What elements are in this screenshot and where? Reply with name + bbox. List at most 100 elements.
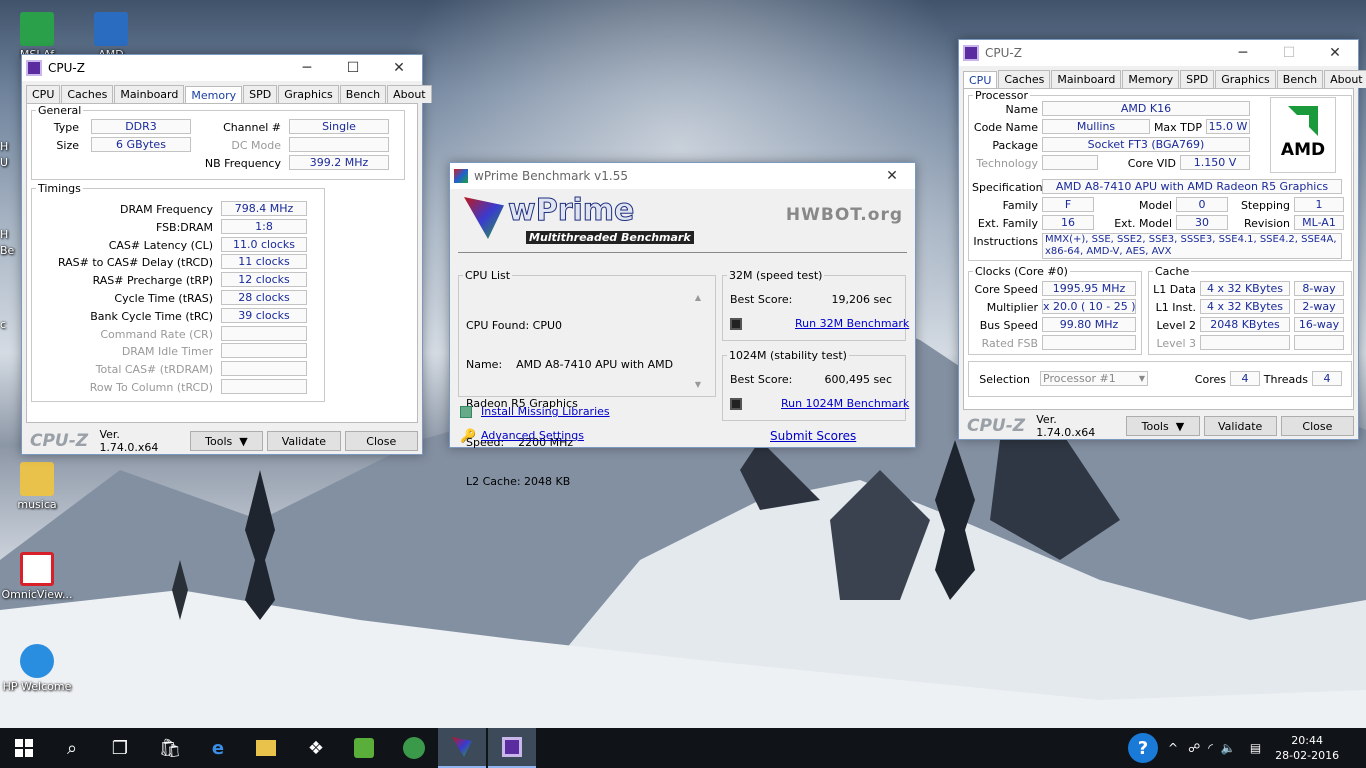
wprime-window[interactable]: wPrime Benchmark v1.55 ✕ wPrime Multithr… (449, 162, 916, 488)
desktop-icon-musica[interactable]: musica (0, 462, 74, 511)
tab-spd[interactable]: SPD (243, 85, 278, 103)
wifi-icon[interactable]: ◜ (1208, 741, 1213, 755)
cpu-info-text: CPU Found: CPU0 Name: AMD A8-7410 APU wi… (466, 319, 674, 488)
cpuz-cpu-window[interactable]: CPU-Z ─ ☐ ✕ CPU Caches Mainboard Memory … (958, 39, 1366, 440)
help-icon[interactable]: ? (1128, 733, 1158, 763)
run-32m-link[interactable]: Run 32M Benchmark (795, 317, 909, 330)
dropbox-icon: ❖ (307, 737, 325, 759)
tab-caches[interactable]: Caches (998, 70, 1051, 88)
tab-about[interactable]: About (1324, 70, 1366, 88)
start-button[interactable] (0, 728, 48, 768)
tab-graphics[interactable]: Graphics (1215, 70, 1276, 88)
model-value: 0 (1176, 197, 1228, 212)
bus-speed-value: 99.80 MHz (1042, 317, 1136, 332)
close-icon[interactable]: ✕ (1312, 45, 1358, 61)
revision-label: Revision (1244, 217, 1290, 230)
tools-button[interactable]: Tools ▼ (1126, 416, 1200, 436)
max-tdp-value: 15.0 W (1206, 119, 1250, 134)
volume-icon[interactable]: 🔈 (1221, 741, 1236, 755)
size-value: 6 GBytes (91, 137, 191, 152)
code-name-label: Code Name (973, 121, 1038, 134)
submit-scores-link[interactable]: Submit Scores (770, 429, 856, 443)
wprime-logo-icon (464, 197, 504, 239)
tab-cpu[interactable]: CPU (26, 85, 61, 103)
install-icon (460, 406, 472, 418)
taskbar-dropbox[interactable]: ❖ (292, 728, 340, 768)
core-speed-label: Core Speed (974, 283, 1038, 296)
cores-label: Cores (1194, 373, 1226, 386)
title-bar[interactable]: wPrime Benchmark v1.55 ✕ (450, 163, 915, 189)
tab-mainboard[interactable]: Mainboard (114, 85, 185, 103)
install-libraries-link[interactable]: Install Missing Libraries (481, 405, 610, 418)
scroll-up-icon[interactable]: ▲ (692, 293, 704, 302)
windows-logo-icon (15, 739, 33, 757)
close-button[interactable]: Close (1280, 416, 1354, 436)
validate-button[interactable]: Validate (1203, 416, 1277, 436)
amd-icon (94, 12, 128, 46)
processor-select[interactable]: Processor #1 ▼ (1040, 371, 1148, 386)
network-icon[interactable]: ☍ (1188, 741, 1200, 755)
desktop-icon-omnicview[interactable]: OmnicView... (0, 552, 74, 601)
threads-label: Threads (1263, 373, 1308, 386)
clock[interactable]: 20:44 28-02-2016 (1275, 733, 1339, 763)
tab-graphics[interactable]: Graphics (278, 85, 339, 103)
key-icon: 🔑 (460, 429, 477, 444)
maximize-icon[interactable]: ☐ (330, 60, 376, 76)
level3-label: Level 3 (1156, 337, 1196, 350)
tab-caches[interactable]: Caches (61, 85, 114, 103)
taskbar-edge[interactable]: e (194, 728, 242, 768)
notifications-icon[interactable]: ▤ (1250, 741, 1261, 755)
cpu-panel: Processor Name AMD K16 Code Name Mullins… (963, 88, 1354, 410)
search-button[interactable]: ⌕ (48, 728, 96, 768)
advanced-settings-link[interactable]: Advanced Settings (481, 429, 584, 442)
close-button[interactable]: Close (344, 431, 418, 451)
tab-spd[interactable]: SPD (1180, 70, 1215, 88)
run-1024m-link[interactable]: Run 1024M Benchmark (781, 397, 909, 410)
timing-label: FSB:DRAM (155, 220, 213, 234)
size-label: Size (56, 139, 79, 152)
core-vid-value: 1.150 V (1180, 155, 1250, 170)
timing-label: CAS# Latency (CL) (108, 238, 213, 252)
tab-memory[interactable]: Memory (1122, 70, 1180, 88)
tab-bench[interactable]: Bench (339, 85, 387, 103)
minimize-icon[interactable]: ─ (284, 60, 330, 76)
title-bar[interactable]: CPU-Z ─ ☐ ✕ (22, 55, 422, 81)
title-bar[interactable]: CPU-Z ─ ☐ ✕ (959, 40, 1358, 66)
cpuz-app-icon (963, 45, 979, 61)
taskbar-store[interactable]: 🛍 (146, 728, 194, 768)
tab-about[interactable]: About (387, 85, 432, 103)
taskbar-tripadvisor[interactable] (390, 728, 438, 768)
selection-label: Selection (979, 373, 1030, 386)
search-icon: ⌕ (66, 737, 78, 759)
chevron-up-icon[interactable]: ^ (1168, 741, 1178, 755)
timing-label: DRAM Idle Timer (121, 345, 213, 359)
tools-button[interactable]: Tools ▼ (189, 431, 264, 451)
maximize-icon[interactable]: ☐ (1266, 45, 1312, 61)
close-icon[interactable]: ✕ (376, 60, 422, 76)
cpuz-icon (502, 737, 522, 757)
taskbar-wprime[interactable] (438, 728, 486, 768)
tab-mainboard[interactable]: Mainboard (1051, 70, 1122, 88)
cpuz-memory-window[interactable]: CPU-Z ─ ☐ ✕ CPU Caches Mainboard Memory … (21, 54, 432, 455)
close-icon[interactable]: ✕ (869, 168, 915, 184)
validate-button[interactable]: Validate (267, 431, 341, 451)
cpu-list-scrollbar[interactable]: ▲ ▼ (692, 293, 704, 389)
dropdown-arrow-icon: ▼ (1175, 419, 1185, 433)
tab-memory[interactable]: Memory (185, 86, 243, 104)
desktop-icon-hp-welcome[interactable]: HP Welcome (0, 644, 74, 693)
taskbar-evernote[interactable] (340, 728, 388, 768)
task-view-button[interactable]: ❐ (96, 728, 144, 768)
taskbar-cpuz[interactable] (488, 728, 536, 768)
wprime-icon (452, 737, 472, 757)
tab-cpu[interactable]: CPU (963, 71, 998, 89)
timing-label: Row To Column (tRCD) (89, 381, 213, 394)
minimize-icon[interactable]: ─ (1220, 45, 1266, 61)
tab-bench[interactable]: Bench (1276, 70, 1324, 88)
level3-value (1200, 335, 1290, 350)
task-view-icon: ❐ (111, 737, 129, 759)
l1-inst-value: 4 x 32 KBytes (1200, 299, 1290, 314)
multiplier-value: x 20.0 ( 10 - 25 ) (1042, 299, 1136, 314)
version-text: Ver. 1.74.0.x64 (99, 428, 159, 454)
scroll-down-icon[interactable]: ▼ (692, 380, 704, 389)
taskbar-explorer[interactable] (242, 728, 290, 768)
